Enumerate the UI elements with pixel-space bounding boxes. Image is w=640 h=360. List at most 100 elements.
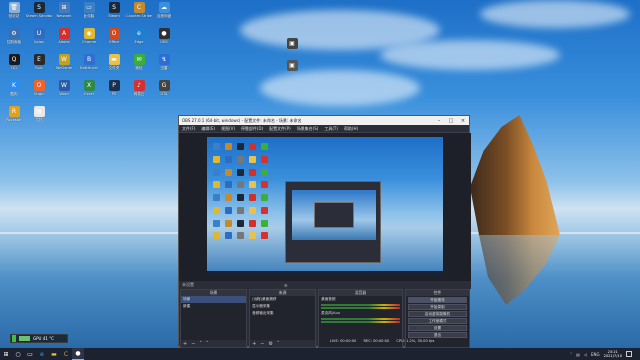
- desktop-icon[interactable]: ▤ 文档: [27, 106, 51, 128]
- desktop-icon[interactable]: X Excel: [77, 80, 101, 102]
- desktop-icon-extra[interactable]: ▣: [280, 38, 304, 60]
- desktop-icon-label: 微信: [135, 66, 143, 70]
- app-icon: K: [8, 80, 20, 91]
- menu-item[interactable]: 场景集合(S): [297, 126, 319, 132]
- counter-strike-icon[interactable]: C: [60, 348, 72, 360]
- virtual-camera-button[interactable]: 启动虚拟摄像机: [407, 311, 467, 317]
- desktop-icon[interactable]: Q QQ: [2, 54, 26, 76]
- obs-menubar: 文件(F) 编辑(E) 视图(V) 停靠部件(D) 配置文件(P) 场景集合(S) 工具(T…: [179, 125, 469, 133]
- settings-icon[interactable]: ⚙: [284, 283, 288, 288]
- explorer-icon[interactable]: ▬: [48, 348, 60, 360]
- preview-desktop-icons: [213, 143, 273, 243]
- desktop-icon[interactable]: K 酷狗: [2, 80, 26, 102]
- desktop-icon[interactable]: ✉ 微信: [127, 54, 151, 76]
- desktop-icon[interactable]: 🗑 回收站: [2, 2, 26, 24]
- source-item[interactable]: 音频输出采集: [250, 310, 315, 317]
- desktop-icon-label: Edge: [134, 40, 144, 44]
- start-icon[interactable]: ⊞: [0, 348, 12, 360]
- scene-item[interactable]: 新建: [181, 303, 246, 310]
- menu-item[interactable]: 配置文件(P): [269, 126, 291, 132]
- desktop-icon[interactable]: U Uplay: [27, 28, 51, 50]
- desktop-icon[interactable]: ⚙ 控制面板: [2, 28, 26, 50]
- obs-titlebar[interactable]: OBS 27.0.1 (64-bit, windows) - 配置文件: 未命名…: [179, 116, 469, 125]
- preview-desktop-icon: [213, 219, 220, 227]
- maximize-icon[interactable]: □: [445, 118, 457, 124]
- edge-icon[interactable]: e: [36, 348, 48, 360]
- menu-item[interactable]: 文件(F): [182, 126, 195, 132]
- volume-meter: [321, 304, 400, 306]
- move-up-icon[interactable]: ˄: [277, 341, 280, 347]
- desktop-icon[interactable]: A Adobe: [52, 28, 76, 50]
- menu-item[interactable]: 帮助(H): [344, 126, 358, 132]
- performance-widget[interactable]: GPU 41 °C: [10, 334, 68, 343]
- scenes-dock: 场景 场景 新建 + − ˄ ˅: [180, 289, 248, 348]
- search-icon[interactable]: ○: [12, 348, 24, 360]
- desktop-icon[interactable]: ☁ 百度网盘: [152, 2, 176, 24]
- desktop-icon-extra[interactable]: ▣: [280, 60, 304, 82]
- desktop-icon[interactable]: e Edge: [127, 28, 151, 50]
- obs-window[interactable]: OBS 27.0.1 (64-bit, windows) - 配置文件: 未命名…: [178, 115, 471, 348]
- remove-icon[interactable]: −: [260, 341, 264, 347]
- volume-icon[interactable]: ◁: [584, 352, 587, 357]
- preview-desktop-icon: [249, 181, 256, 189]
- desktop-icon[interactable]: ↯ 迅雷: [152, 54, 176, 76]
- app-icon: A: [58, 28, 70, 39]
- obs-taskbar-icon[interactable]: ●: [72, 348, 84, 360]
- settings-button[interactable]: 设置: [407, 325, 467, 331]
- preview-desktop-icon: [249, 232, 256, 240]
- move-up-icon[interactable]: ˄: [199, 341, 202, 347]
- app-icon: ●: [158, 28, 170, 39]
- scene-item[interactable]: 场景: [181, 296, 247, 303]
- taskview-icon[interactable]: ▭: [24, 348, 36, 360]
- gear-icon[interactable]: ⚙: [268, 341, 272, 347]
- add-icon[interactable]: +: [183, 341, 187, 347]
- exit-button[interactable]: 退出: [407, 332, 467, 338]
- desktop-icon[interactable]: ◉ Chrome: [77, 28, 101, 50]
- desktop-icon[interactable]: S Steam: [102, 2, 126, 24]
- close-icon[interactable]: ×: [457, 118, 469, 124]
- menu-item[interactable]: 工具(T): [324, 126, 338, 132]
- network-icon[interactable]: ▤: [576, 352, 580, 357]
- desktop-icon[interactable]: R Rockstar: [2, 106, 26, 128]
- desktop-icon[interactable]: P PS: [102, 80, 126, 102]
- move-down-icon[interactable]: ˅: [206, 341, 209, 347]
- tray-chevron-icon[interactable]: ˄: [570, 352, 572, 357]
- desktop-icon[interactable]: ● OBS: [152, 28, 176, 50]
- clock[interactable]: 23:21 2021/7/10: [604, 350, 622, 359]
- desktop-icon[interactable]: ♪ 网易云: [127, 80, 151, 102]
- language-indicator[interactable]: ENG: [591, 352, 600, 357]
- desktop-icon[interactable]: ▬ 文件夹: [102, 54, 126, 76]
- desktop-icon[interactable]: ▭ 此电脑: [77, 2, 101, 24]
- desktop-icon[interactable]: B Battle.net: [77, 54, 101, 76]
- desktop-icon[interactable]: S Steam Sandbox: [26, 2, 52, 24]
- desktop-icon[interactable]: ⊞ Network: [52, 2, 76, 24]
- menu-item[interactable]: 停靠部件(D): [241, 126, 263, 132]
- minimize-icon[interactable]: –: [433, 118, 445, 124]
- start-recording-button[interactable]: 开始录制: [407, 304, 467, 310]
- app-icon: ▬: [108, 54, 120, 65]
- menu-item[interactable]: 视图(V): [221, 126, 235, 132]
- notification-icon[interactable]: [626, 351, 632, 357]
- source-item[interactable]: (远程)桌面捕获: [250, 296, 315, 303]
- preview-desktop-icon: [225, 232, 232, 240]
- desktop-icon[interactable]: W Word: [52, 80, 76, 102]
- cpu-status: CPU: 1.2%, 30.00 fps: [396, 339, 435, 343]
- start-streaming-button[interactable]: 开始推流: [407, 297, 467, 303]
- preview-desktop-icon: [213, 232, 220, 240]
- menu-item[interactable]: 编辑(E): [201, 126, 215, 132]
- preview-canvas[interactable]: [207, 137, 443, 276]
- desktop-icon[interactable]: E Epic: [27, 54, 51, 76]
- desktop-icon-label: Chrome: [81, 40, 97, 44]
- desktop-icon-label: Excel: [84, 92, 94, 96]
- desktop-icon[interactable]: O Origin: [27, 80, 51, 102]
- desktop-icon[interactable]: O Office: [102, 28, 126, 50]
- desktop-icon-label: Counter-Strike: [126, 14, 152, 18]
- desktop-icon[interactable]: C Counter-Strike: [126, 2, 152, 24]
- source-item[interactable]: 显示器采集: [250, 303, 315, 310]
- add-icon[interactable]: +: [252, 341, 256, 347]
- obs-preview-area[interactable]: [179, 133, 471, 281]
- studio-mode-button[interactable]: 工作室模式: [407, 318, 467, 324]
- desktop-icon[interactable]: W WeGame: [52, 54, 76, 76]
- desktop-icon[interactable]: G GTA: [152, 80, 176, 102]
- remove-icon[interactable]: −: [191, 341, 195, 347]
